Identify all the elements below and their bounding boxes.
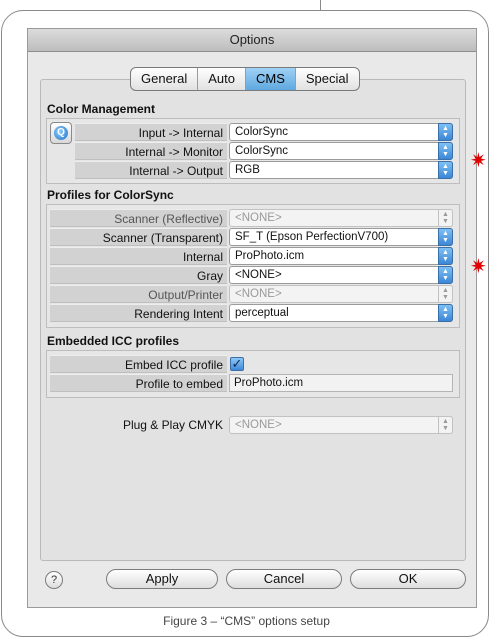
updown-arrows-icon: ▲ ▼ — [438, 209, 453, 227]
row-label-scanner-reflective: Scanner (Reflective) — [50, 209, 227, 227]
updown-arrows-icon: ▲ ▼ — [438, 161, 453, 179]
tab-cms[interactable]: CMS — [246, 68, 296, 90]
select-value: perceptual — [235, 307, 289, 319]
select-value: <NONE> — [235, 269, 282, 281]
quick-settings-button[interactable]: Q — [50, 122, 72, 144]
updown-arrows-icon: ▲ ▼ — [438, 266, 453, 284]
select-gray[interactable]: <NONE> ▲ ▼ — [229, 266, 453, 284]
tab-general[interactable]: General — [131, 68, 199, 90]
profile-to-embed-field[interactable]: ProPhoto.icm — [229, 374, 453, 392]
select-value: <NONE> — [235, 419, 282, 431]
select-value: <NONE> — [235, 212, 282, 224]
updown-arrows-icon: ▲ ▼ — [438, 228, 453, 246]
select-plug-play-cmyk[interactable]: <NONE> ▲ ▼ — [229, 416, 453, 434]
ok-button[interactable]: OK — [350, 569, 466, 589]
row-label-profile-to-embed: Profile to embed — [50, 374, 227, 392]
select-value: ColorSync — [235, 145, 289, 157]
select-scanner-reflective[interactable]: <NONE> ▲ ▼ — [229, 209, 453, 227]
row-label-internal-monitor: Internal -> Monitor — [75, 142, 227, 160]
window-title: Options — [28, 29, 476, 52]
select-value: <NONE> — [235, 288, 282, 300]
select-value: ColorSync — [235, 126, 289, 138]
select-input-internal[interactable]: ColorSync ▲ ▼ — [229, 123, 453, 141]
row-label-internal: Internal — [50, 247, 227, 265]
asterisk-icon: ✷ — [470, 150, 487, 172]
figure-caption: Figure 3 – “CMS” options setup — [163, 614, 330, 628]
select-output-printer[interactable]: <NONE> ▲ ▼ — [229, 285, 453, 303]
options-window: Options General Auto CMS Special Color M… — [27, 28, 477, 608]
row-label-scanner-transparent: Scanner (Transparent) — [50, 228, 227, 246]
updown-arrows-icon: ▲ ▼ — [438, 247, 453, 265]
select-internal-profile[interactable]: ProPhoto.icm ▲ ▼ — [229, 247, 453, 265]
asterisk-icon: ✷ — [470, 256, 487, 278]
section-title-embedded: Embedded ICC profiles — [47, 334, 180, 348]
help-icon: ? — [50, 574, 58, 586]
select-value: SF_T (Epson PerfectionV700) — [235, 231, 389, 243]
tab-special[interactable]: Special — [296, 68, 359, 90]
row-label-output-printer: Output/Printer — [50, 285, 227, 303]
select-internal-monitor[interactable]: ColorSync ▲ ▼ — [229, 142, 453, 160]
row-label-input-internal: Input -> Internal — [75, 123, 227, 141]
row-label-plug-play: Plug & Play CMYK — [122, 418, 223, 432]
tab-auto[interactable]: Auto — [198, 68, 246, 90]
updown-arrows-icon: ▲ ▼ — [438, 416, 453, 434]
updown-arrows-icon: ▲ ▼ — [438, 142, 453, 160]
updown-arrows-icon: ▲ ▼ — [438, 285, 453, 303]
updown-arrows-icon: ▲ ▼ — [438, 123, 453, 141]
apply-button[interactable]: Apply — [106, 569, 218, 589]
cancel-button[interactable]: Cancel — [226, 569, 342, 589]
select-value: RGB — [235, 164, 260, 176]
section-title-color-management: Color Management — [47, 102, 156, 116]
checkmark-icon: ✓ — [231, 356, 243, 371]
select-value: ProPhoto.icm — [235, 250, 305, 262]
select-rendering-intent[interactable]: perceptual ▲ ▼ — [229, 304, 453, 322]
frame-notch — [320, 0, 321, 11]
row-label-gray: Gray — [50, 266, 227, 284]
tab-bar: General Auto CMS Special — [130, 67, 360, 91]
section-title-profiles: Profiles for ColorSync — [47, 188, 174, 202]
updown-arrows-icon: ▲ ▼ — [438, 304, 453, 322]
row-label-embed-icc: Embed ICC profile — [50, 355, 227, 373]
select-scanner-transparent[interactable]: SF_T (Epson PerfectionV700) ▲ ▼ — [229, 228, 453, 246]
quick-settings-icon: Q — [54, 126, 68, 140]
cms-panel: Color Management Q Input -> Internal Col… — [40, 79, 466, 561]
embed-icc-checkbox[interactable]: ✓ — [230, 357, 244, 371]
row-label-internal-output: Internal -> Output — [75, 161, 227, 179]
row-label-rendering-intent: Rendering Intent — [50, 304, 227, 322]
help-button[interactable]: ? — [45, 571, 63, 589]
select-internal-output[interactable]: RGB ▲ ▼ — [229, 161, 453, 179]
